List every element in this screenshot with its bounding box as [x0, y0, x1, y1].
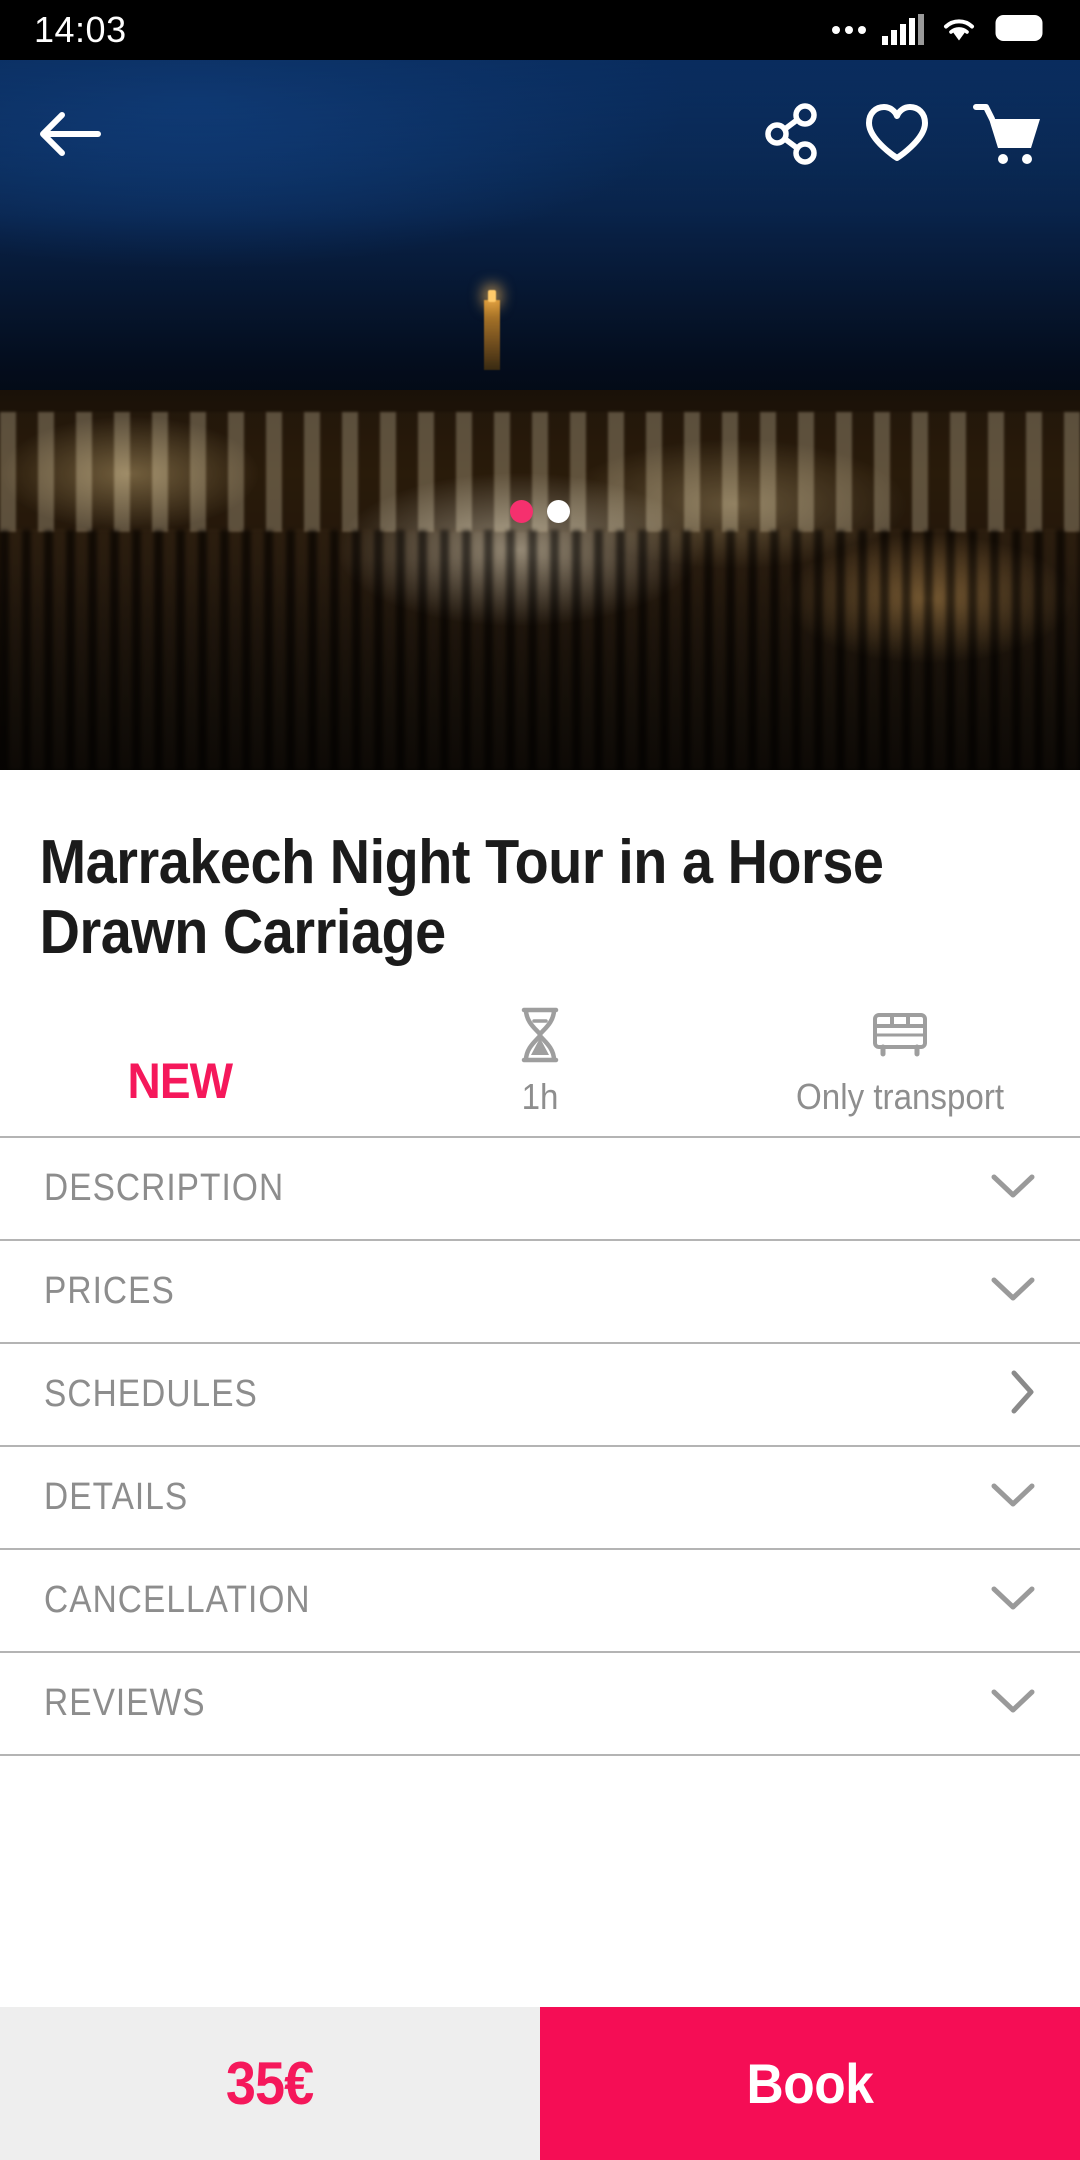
section-row-reviews[interactable]: REVIEWS	[0, 1653, 1080, 1757]
chevron-down-icon[interactable]	[990, 1275, 1036, 1308]
transport-label: Only transport	[795, 1076, 1005, 1118]
cellular-signal-icon	[882, 14, 924, 45]
chevron-down-icon[interactable]	[990, 1172, 1036, 1205]
section-label: SCHEDULES	[44, 1373, 258, 1416]
chevron-right-icon[interactable]	[1008, 1369, 1036, 1420]
badge-transport: Only transport	[720, 1000, 1080, 1118]
cart-button[interactable]	[972, 101, 1044, 170]
product-attribute-row: NEW 1h Only transport	[0, 968, 1080, 1118]
chevron-down-icon[interactable]	[990, 1481, 1036, 1514]
section-label: PRICES	[44, 1270, 175, 1313]
back-arrow-icon	[36, 108, 102, 163]
nav-action-group	[764, 101, 1044, 170]
favorite-button[interactable]	[864, 103, 930, 168]
wifi-icon	[940, 13, 978, 48]
heart-icon	[864, 103, 930, 168]
section-row-description[interactable]: DESCRIPTION	[0, 1138, 1080, 1242]
price-pane: 35€	[0, 2007, 540, 2160]
top-navigation-bar	[0, 90, 1080, 180]
product-sections-accordion: DESCRIPTION PRICES SCHEDULES DETAILS CAN…	[0, 1136, 1080, 1757]
page-title: Marrakech Night Tour in a Horse Drawn Ca…	[39, 828, 884, 968]
book-button[interactable]: Book	[540, 2007, 1080, 2160]
shopping-cart-icon	[972, 101, 1044, 170]
badge-new: NEW	[0, 1000, 360, 1118]
section-row-prices[interactable]: PRICES	[0, 1241, 1080, 1345]
status-bar-clock: 14:03	[34, 9, 127, 50]
more-dots-icon	[832, 26, 866, 34]
section-row-cancellation[interactable]: CANCELLATION	[0, 1550, 1080, 1654]
carousel-dot-2[interactable]	[547, 500, 570, 523]
bottom-action-bar: 35€ Book	[0, 2007, 1080, 2160]
hourglass-icon	[512, 1006, 568, 1064]
status-bar-icons	[832, 13, 1046, 48]
bus-icon	[867, 1006, 933, 1064]
back-button[interactable]	[36, 108, 102, 163]
section-label: CANCELLATION	[44, 1579, 311, 1622]
share-icon	[764, 102, 822, 168]
carousel-pagination[interactable]	[0, 500, 1080, 523]
section-row-details[interactable]: DETAILS	[0, 1447, 1080, 1551]
section-label: DETAILS	[44, 1476, 189, 1519]
share-button[interactable]	[764, 102, 822, 168]
chevron-down-icon[interactable]	[990, 1584, 1036, 1617]
section-label: REVIEWS	[44, 1682, 206, 1725]
status-bar: 14:03	[0, 0, 1080, 60]
book-button-label: Book	[746, 2052, 874, 2115]
badge-duration: 1h	[360, 1000, 720, 1118]
section-row-schedules[interactable]: SCHEDULES	[0, 1344, 1080, 1448]
duration-label: 1h	[521, 1076, 559, 1118]
section-label: DESCRIPTION	[44, 1167, 285, 1210]
battery-icon	[994, 13, 1046, 48]
carousel-dot-1[interactable]	[510, 500, 533, 523]
price-value: 35€	[226, 2050, 314, 2117]
chevron-down-icon[interactable]	[990, 1687, 1036, 1720]
product-detail-sheet: Marrakech Night Tour in a Horse Drawn Ca…	[0, 770, 1080, 2007]
new-badge-label: NEW	[127, 1053, 233, 1110]
